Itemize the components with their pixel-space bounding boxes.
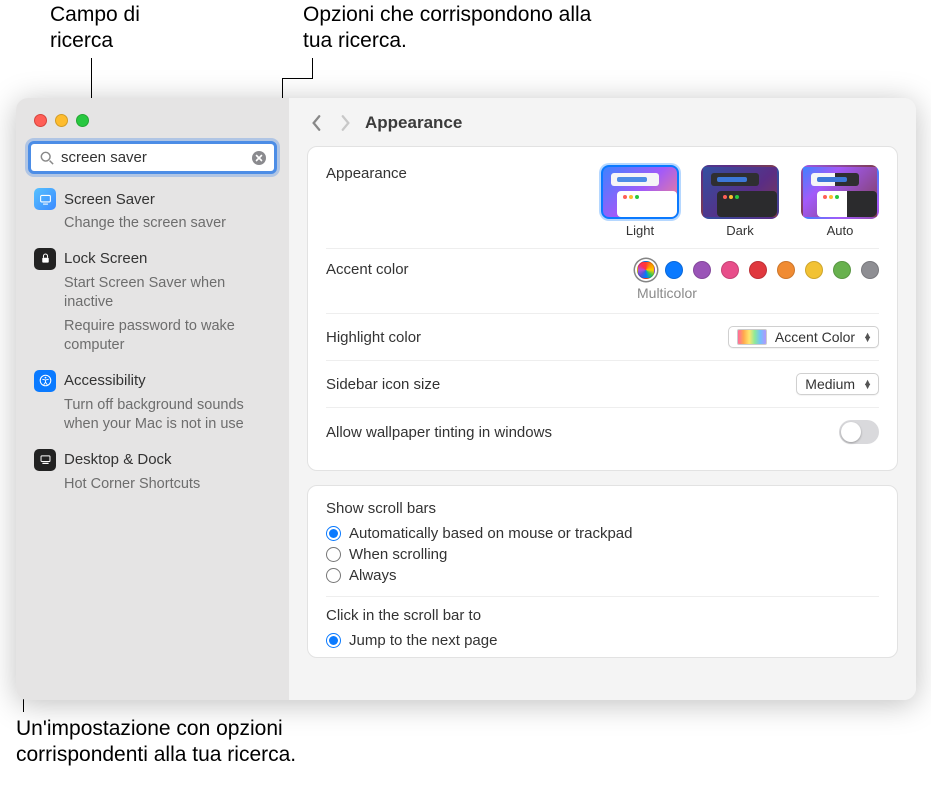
accent-swatch-graphite[interactable] <box>861 261 879 279</box>
search-field[interactable] <box>28 141 277 174</box>
scrollbars-radio[interactable] <box>326 526 341 541</box>
search-result-title: Lock Screen <box>64 250 147 267</box>
content-header: Appearance <box>289 98 916 146</box>
minimize-window-button[interactable] <box>55 114 68 127</box>
accent-color-label: Accent color <box>326 261 409 278</box>
highlight-color-value: Accent Color <box>775 329 855 345</box>
scrollbars-option[interactable]: When scrolling <box>326 544 879 565</box>
appearance-mode-group: Light Dark Auto <box>601 165 879 238</box>
appearance-mode-light[interactable]: Light <box>601 165 679 238</box>
accessibility-icon <box>34 370 56 392</box>
accent-swatch-yellow[interactable] <box>805 261 823 279</box>
scrollbars-radio[interactable] <box>326 568 341 583</box>
highlight-color-label: Highlight color <box>326 329 421 346</box>
accent-swatch-orange[interactable] <box>777 261 795 279</box>
appearance-label: Appearance <box>326 165 407 182</box>
appearance-mode-label: Auto <box>801 223 879 238</box>
appearance-mode-auto[interactable]: Auto <box>801 165 879 238</box>
highlight-color-popup[interactable]: Accent Color ▲▼ <box>728 326 879 348</box>
sidebar-icon-size-value: Medium <box>805 376 855 392</box>
callout-search-field: Campo di ricerca <box>50 2 200 55</box>
appearance-mode-dark[interactable]: Dark <box>701 165 779 238</box>
appearance-mode-label: Dark <box>701 223 779 238</box>
page-title: Appearance <box>365 113 462 133</box>
wallpaper-tinting-label: Allow wallpaper tinting in windows <box>326 424 552 441</box>
accent-swatch-purple[interactable] <box>693 261 711 279</box>
scrollbar-click-label: Jump to the next page <box>349 632 497 649</box>
desktop-dock-icon <box>34 449 56 471</box>
system-settings-window: Screen Saver Change the screen saver Loc… <box>16 98 916 700</box>
search-result-sub[interactable]: Start Screen Saver when inactive <box>64 274 275 313</box>
sidebar-icon-size-label: Sidebar icon size <box>326 376 440 393</box>
appearance-panel: Appearance Light Dark Auto <box>307 146 898 471</box>
scrollbars-label: Automatically based on mouse or trackpad <box>349 525 632 542</box>
close-window-button[interactable] <box>34 114 47 127</box>
chevron-up-down-icon: ▲▼ <box>863 380 872 389</box>
accent-color-selected-name: Multicolor <box>637 285 879 301</box>
scrollbar-click-radio[interactable] <box>326 633 341 648</box>
scrollbar-click-radio-group: Jump to the next page <box>326 630 879 651</box>
search-result-sub[interactable]: Turn off background sounds when your Mac… <box>64 396 275 435</box>
search-icon <box>40 151 54 165</box>
sidebar: Screen Saver Change the screen saver Loc… <box>16 98 289 700</box>
search-result-title: Accessibility <box>64 372 146 389</box>
scrollbars-title: Show scroll bars <box>326 500 879 517</box>
screensaver-icon <box>34 188 56 210</box>
search-result-sub[interactable]: Hot Corner Shortcuts <box>64 475 275 495</box>
scrollbars-option[interactable]: Always <box>326 565 879 586</box>
highlight-color-chip <box>737 329 767 345</box>
clear-search-button[interactable] <box>251 150 267 166</box>
scrollbars-label: When scrolling <box>349 546 447 563</box>
appearance-mode-label: Light <box>601 223 679 238</box>
callout-matching-options: Opzioni che corrispondono alla tua ricer… <box>303 2 603 55</box>
callout-matching-setting: Un'impostazione con opzioni corrisponden… <box>16 716 416 769</box>
nav-forward-button[interactable] <box>337 115 353 131</box>
accent-swatch-red[interactable] <box>749 261 767 279</box>
search-result-sub[interactable]: Require password to wake computer <box>64 317 275 356</box>
accent-swatch-multicolor[interactable] <box>637 261 655 279</box>
sidebar-icon-size-popup[interactable]: Medium ▲▼ <box>796 373 879 395</box>
chevron-up-down-icon: ▲▼ <box>863 333 872 342</box>
accent-swatch-blue[interactable] <box>665 261 683 279</box>
scrollbar-click-title: Click in the scroll bar to <box>326 607 879 624</box>
scrollbars-panel: Show scroll bars Automatically based on … <box>307 485 898 658</box>
lock-icon <box>34 248 56 270</box>
scrollbars-radio[interactable] <box>326 547 341 562</box>
search-result-desktop-dock[interactable]: Desktop & Dock Hot Corner Shortcuts <box>34 449 275 495</box>
accent-swatch-green[interactable] <box>833 261 851 279</box>
scrollbars-option[interactable]: Automatically based on mouse or trackpad <box>326 523 879 544</box>
scrollbars-label: Always <box>349 567 397 584</box>
scrollbars-radio-group: Automatically based on mouse or trackpad… <box>326 523 879 586</box>
content-pane: Appearance Appearance Light Dark <box>289 98 916 700</box>
window-controls <box>16 108 289 137</box>
accent-swatch-pink[interactable] <box>721 261 739 279</box>
search-result-title: Screen Saver <box>64 191 155 208</box>
search-result-screen-saver[interactable]: Screen Saver Change the screen saver <box>34 188 275 234</box>
zoom-window-button[interactable] <box>76 114 89 127</box>
wallpaper-tinting-toggle[interactable] <box>839 420 879 444</box>
search-result-title: Desktop & Dock <box>64 451 172 468</box>
search-result-accessibility[interactable]: Accessibility Turn off background sounds… <box>34 370 275 435</box>
scrollbar-click-option[interactable]: Jump to the next page <box>326 630 879 651</box>
search-results: Screen Saver Change the screen saver Loc… <box>16 184 289 509</box>
nav-back-button[interactable] <box>309 115 325 131</box>
search-result-lock-screen[interactable]: Lock Screen Start Screen Saver when inac… <box>34 248 275 356</box>
search-input[interactable] <box>28 141 277 174</box>
search-result-sub[interactable]: Change the screen saver <box>64 214 275 234</box>
accent-color-swatches <box>637 261 879 279</box>
